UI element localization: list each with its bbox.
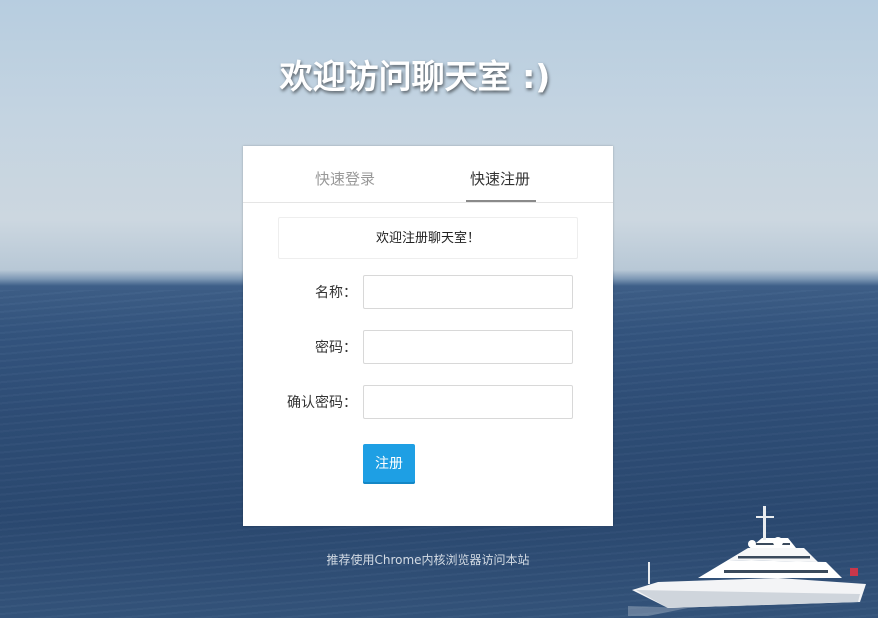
password-row: 密码：: [243, 330, 613, 364]
name-label: 名称：: [315, 285, 357, 301]
confirm-password-input[interactable]: [363, 385, 573, 419]
confirm-password-label: 确认密码：: [287, 395, 357, 411]
name-row: 名称：: [243, 275, 613, 309]
confirm-password-row: 确认密码：: [243, 385, 613, 419]
tab-quick-login[interactable]: 快速登录: [309, 146, 381, 201]
register-button[interactable]: 注册: [363, 444, 415, 484]
register-welcome-notice: 欢迎注册聊天室！: [278, 217, 578, 259]
auth-tabs: 快速登录 快速注册: [243, 146, 613, 203]
password-label: 密码：: [315, 340, 357, 356]
page-title: 欢迎访问聊天室 :): [279, 57, 551, 96]
tab-quick-register[interactable]: 快速注册: [464, 146, 536, 202]
auth-panel: 快速登录 快速注册 欢迎注册聊天室！ 名称： 密码： 确认密码： 注册: [243, 146, 613, 526]
browser-recommendation-note: 推荐使用Chrome内核浏览器访问本站: [326, 553, 530, 567]
password-input[interactable]: [363, 330, 573, 364]
name-input[interactable]: [363, 275, 573, 309]
